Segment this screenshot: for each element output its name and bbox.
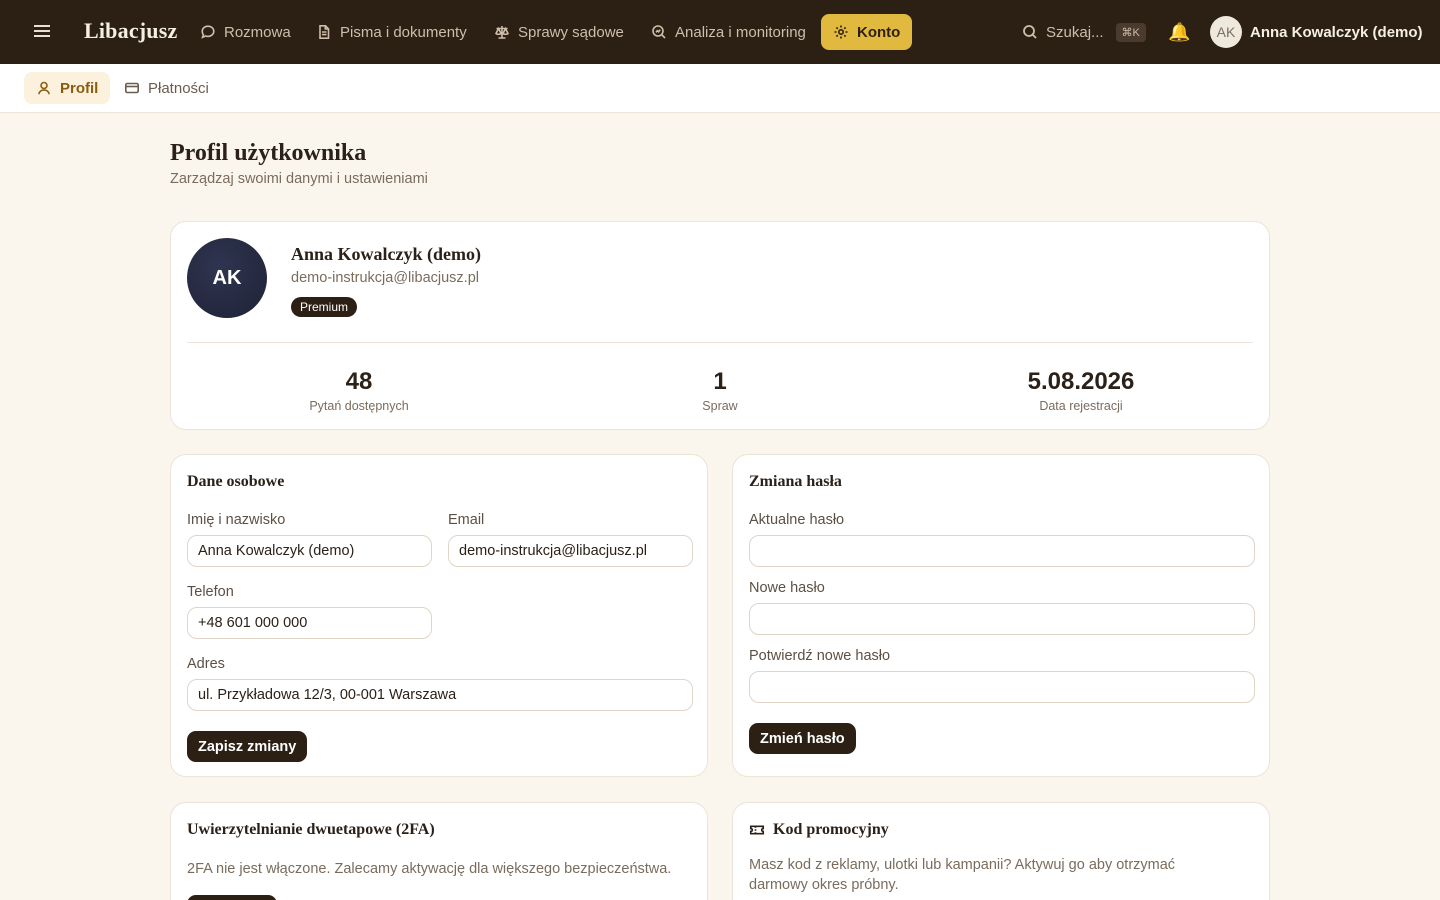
nav-item-label: Rozmowa [224, 23, 291, 41]
tab-platnosci[interactable]: Płatności [112, 72, 221, 104]
email-label: Email [448, 512, 485, 528]
avatar: AK [187, 238, 267, 318]
search-icon [1023, 25, 1037, 39]
stat-label: Spraw [702, 399, 738, 413]
scales-icon [495, 26, 509, 39]
tab-profil[interactable]: Profil [24, 72, 111, 104]
promo-description: Masz kod z reklamy, ulotki lub kampanii?… [749, 855, 1175, 895]
two-factor-description: 2FA nie jest włączone. Zalecamy aktywacj… [187, 861, 672, 877]
ticket-icon [749, 825, 765, 835]
address-label: Adres [187, 656, 225, 672]
card-title-text: Kod promocyjny [773, 821, 889, 838]
stat-registration-date: 5.08.2026 Data rejestracji [901, 368, 1261, 413]
nav-item-konto[interactable]: Konto [821, 14, 913, 50]
user-name: Anna Kowalczyk (demo) [1250, 23, 1423, 41]
promo-code-card: Kod promocyjny Masz kod z reklamy, ulotk… [732, 802, 1270, 900]
enable-2fa-button[interactable] [187, 895, 277, 900]
email-field[interactable] [448, 535, 693, 567]
avatar: AK [1210, 16, 1242, 48]
profile-summary-card: AK Anna Kowalczyk (demo) demo-instrukcja… [170, 221, 1270, 430]
profile-name: Anna Kowalczyk (demo) [291, 244, 481, 264]
name-label: Imię i nazwisko [187, 512, 286, 528]
hamburger-menu-icon[interactable] [30, 22, 54, 42]
current-password-label: Aktualne hasło [749, 512, 845, 528]
page-title: Profil użytkownika [170, 140, 367, 166]
address-field[interactable] [187, 679, 693, 711]
top-navigation-bar: Libacjusz Rozmowa Pisma i dokumenty Spra… [0, 0, 1440, 64]
current-password-field[interactable] [749, 535, 1255, 567]
promo-description-line1: Masz kod z reklamy, ulotki lub kampanii?… [749, 857, 1176, 873]
search-chart-icon [652, 25, 666, 39]
confirm-password-field[interactable] [749, 671, 1255, 703]
card-title: Zmiana hasła [749, 473, 842, 490]
search-button[interactable]: Szukaj... ⌘K [1012, 14, 1156, 50]
card-title: Dane osobowe [187, 473, 285, 490]
phone-label: Telefon [187, 584, 234, 600]
stat-value: 5.08.2026 [1027, 368, 1135, 395]
status-badge: Premium [291, 297, 358, 317]
change-password-card: Zmiana hasła Aktualne hasło Nowe hasło P… [732, 454, 1270, 777]
page-subtitle: Zarządzaj swoimi danymi i ustawieniami [170, 171, 428, 187]
phone-field[interactable] [187, 607, 432, 639]
gear-icon [834, 25, 848, 39]
stat-value: 48 [345, 368, 373, 395]
credit-card-icon [124, 82, 139, 94]
nav-item-sprawy[interactable]: Sprawy sądowe [482, 14, 636, 50]
nav-item-analiza[interactable]: Analiza i monitoring [639, 14, 818, 50]
account-subnav: Profil Płatności [0, 64, 1440, 113]
user-menu[interactable]: AK Anna Kowalczyk (demo) [1210, 16, 1423, 48]
document-icon [319, 25, 330, 39]
tab-label: Profil [60, 79, 99, 97]
new-password-field[interactable] [749, 603, 1255, 635]
change-password-button[interactable]: Zmień hasło [749, 723, 856, 754]
nav-item-rozmowa[interactable]: Rozmowa [188, 14, 303, 50]
nav-item-label: Sprawy sądowe [518, 23, 624, 41]
stat-value: 1 [713, 368, 727, 395]
brand-logo[interactable]: Libacjusz [84, 18, 177, 44]
search-label: Szukaj... [1046, 23, 1104, 41]
save-button[interactable]: Zapisz zmiany [187, 731, 308, 762]
search-shortcut-badge: ⌘K [1115, 22, 1146, 42]
divider [187, 342, 1253, 343]
user-icon [38, 81, 50, 95]
profile-email: demo-instrukcja@libacjusz.pl [291, 270, 479, 286]
name-field[interactable] [187, 535, 432, 567]
confirm-password-label: Potwierdź nowe hasło [749, 648, 891, 664]
card-title: Kod promocyjny [749, 821, 889, 839]
stat-label: Pytań dostępnych [309, 399, 409, 413]
nav-item-pisma[interactable]: Pisma i dokumenty [304, 14, 479, 50]
stat-questions: 48 Pytań dostępnych [179, 368, 539, 413]
nav-item-label: Pisma i dokumenty [340, 23, 467, 41]
chat-bubble-icon [201, 25, 215, 39]
card-title: Uwierzytelnianie dwuetapowe (2FA) [187, 821, 435, 838]
tab-label: Płatności [148, 79, 209, 97]
promo-description-line2: darmowy okres próbny. [749, 877, 899, 893]
new-password-label: Nowe hasło [749, 580, 825, 596]
nav-item-label: Konto [857, 23, 901, 41]
nav-item-label: Analiza i monitoring [675, 23, 806, 41]
notification-bell-icon[interactable]: 🔔 [1168, 21, 1190, 43]
stat-label: Data rejestracji [1039, 399, 1123, 413]
personal-data-card: Dane osobowe Imię i nazwisko Email Telef… [170, 454, 708, 777]
two-factor-card: Uwierzytelnianie dwuetapowe (2FA) 2FA ni… [170, 802, 708, 900]
stat-cases: 1 Spraw [540, 368, 900, 413]
